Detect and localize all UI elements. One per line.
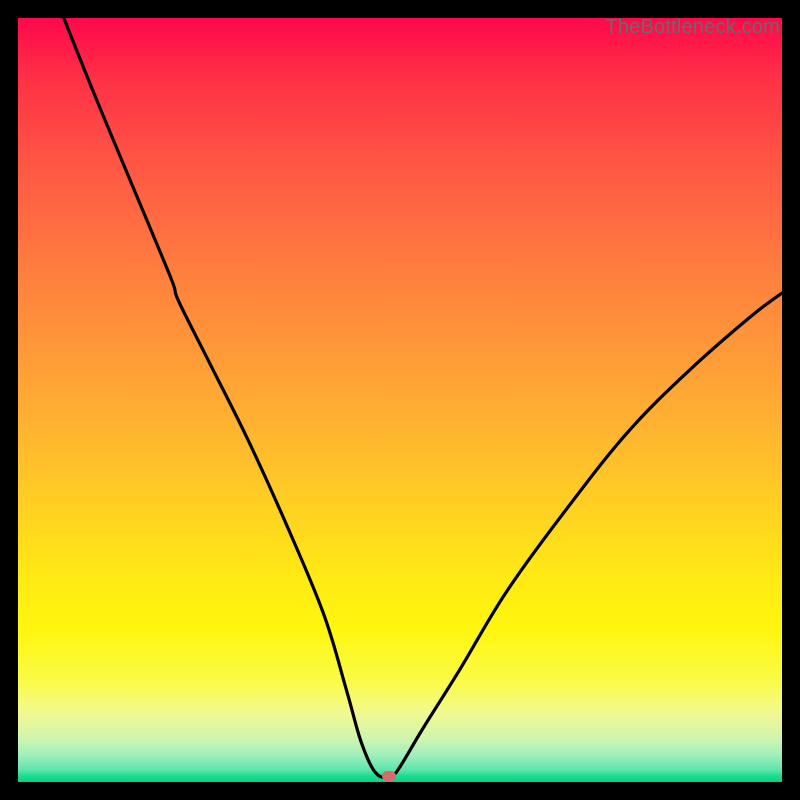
plot-area: TheBottleneck.com (18, 18, 782, 782)
minimum-marker (382, 771, 396, 781)
bottleneck-curve (18, 18, 782, 782)
chart-frame: TheBottleneck.com (0, 0, 800, 800)
